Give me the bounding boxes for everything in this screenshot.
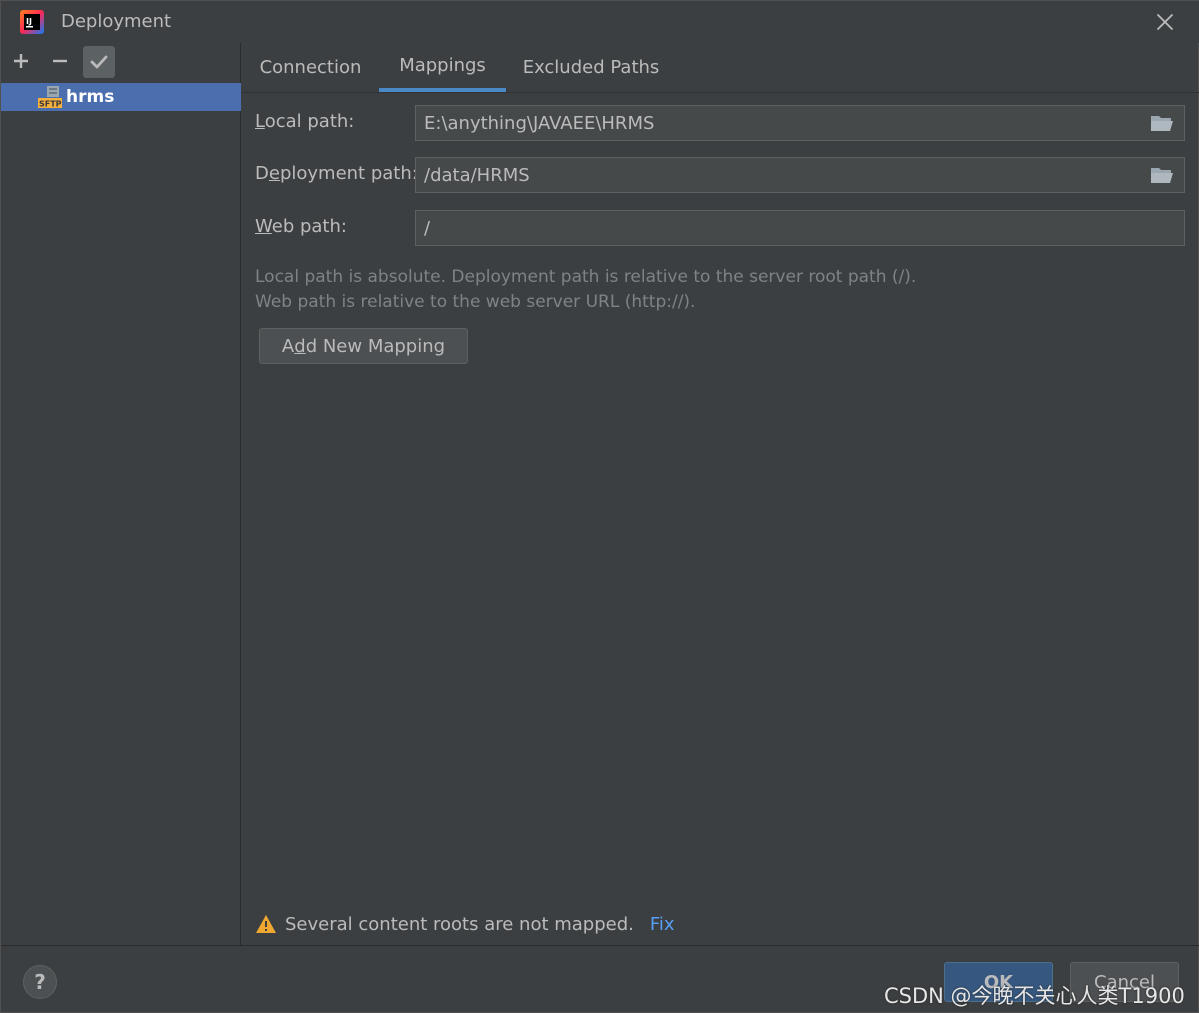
unmapped-roots-warning: Several content roots are not mapped. Fi… [255, 911, 675, 937]
web-path-value: / [424, 217, 431, 239]
deployment-tabs: Connection Mappings Excluded Paths [242, 43, 1199, 93]
server-list-toolbar [1, 43, 241, 81]
local-path-value: E:\anything\JAVAEE\HRMS [424, 112, 655, 134]
local-path-field[interactable]: E:\anything\JAVAEE\HRMS [415, 105, 1185, 141]
server-list-panel: SFTP hrms [1, 43, 241, 945]
warning-icon [256, 915, 276, 933]
server-item-hrms[interactable]: SFTP hrms [1, 83, 241, 111]
help-button[interactable]: ? [23, 965, 57, 999]
watermark: CSDN @今晚不关心人类T1900 [884, 984, 1185, 1008]
window-title: Deployment [61, 11, 172, 32]
minus-icon [53, 59, 67, 63]
tab-excluded-paths[interactable]: Excluded Paths [506, 43, 676, 92]
sftp-server-icon: SFTP [38, 86, 62, 109]
path-hint-line-2: Web path is relative to the web server U… [255, 292, 696, 312]
tab-mappings[interactable]: Mappings [379, 43, 506, 92]
title-bar: IJ Deployment [1, 1, 1199, 43]
close-button[interactable] [1149, 7, 1181, 37]
folder-icon[interactable] [1150, 165, 1174, 185]
local-path-label: Local path: [255, 111, 355, 132]
server-item-label: hrms [66, 87, 115, 107]
plus-icon [14, 54, 28, 68]
svg-text:IJ: IJ [26, 17, 32, 26]
web-path-field[interactable]: / [415, 210, 1185, 246]
svg-text:SFTP: SFTP [39, 100, 62, 109]
fix-link[interactable]: Fix [650, 914, 675, 935]
close-icon [1157, 14, 1173, 30]
deployment-path-label: Deployment path: [255, 163, 418, 184]
add-new-mapping-button[interactable]: Add New Mapping [259, 328, 468, 364]
check-icon [90, 55, 108, 69]
remove-server-button[interactable] [45, 46, 75, 76]
deployment-path-value: /data/HRMS [424, 164, 530, 186]
warning-text: Several content roots are not mapped. [285, 913, 634, 935]
deployment-dialog: IJ Deployment SFTP hrms Connection Mappi… [0, 0, 1199, 1013]
set-default-server-button[interactable] [83, 46, 115, 78]
deployment-path-field[interactable]: /data/HRMS [415, 157, 1185, 193]
intellij-idea-icon: IJ [20, 10, 44, 34]
web-path-label: Web path: [255, 216, 347, 237]
tab-connection[interactable]: Connection [242, 43, 379, 92]
path-hint-line-1: Local path is absolute. Deployment path … [255, 267, 917, 287]
add-server-button[interactable] [6, 46, 36, 76]
folder-icon[interactable] [1150, 113, 1174, 133]
